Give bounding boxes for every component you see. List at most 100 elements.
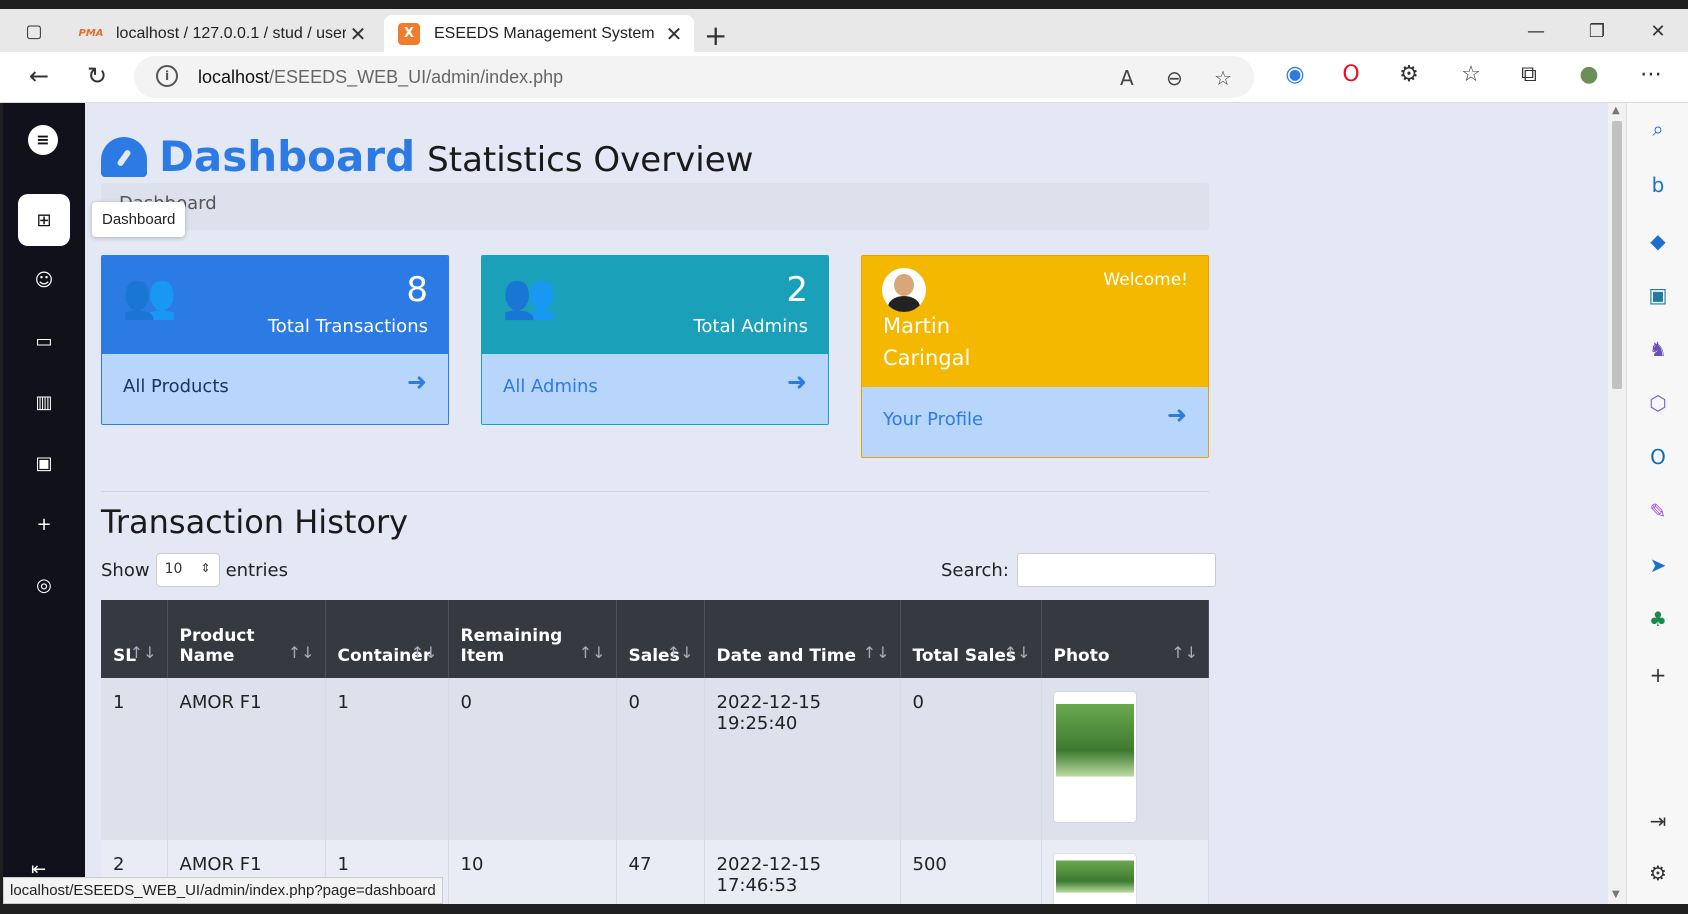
column-header-remaining-item[interactable]: Remaining Item ↑↓: [448, 600, 617, 678]
column-header-photo[interactable]: Photo ↑↓: [1041, 600, 1209, 678]
all-admins-link[interactable]: All Admins ➜: [482, 354, 828, 424]
tab-title: localhost / 127.0.0.1 / stud / users: [116, 24, 346, 42]
users-icon: 👥: [122, 271, 177, 322]
tab-title: ESEEDS Management System: [434, 24, 655, 42]
window-top-border: [0, 0, 1688, 9]
entries-select[interactable]: 10 ⇕: [155, 553, 220, 587]
new-tab-icon[interactable]: +: [704, 22, 727, 50]
scroll-down-icon[interactable]: ▼: [1612, 889, 1620, 900]
tab-close-icon[interactable]: ✕: [662, 22, 686, 46]
column-header-product-name[interactable]: Product Name ↑↓: [167, 600, 326, 678]
back-icon[interactable]: ←: [22, 62, 56, 90]
tab-eseeds[interactable]: X ESEEDS Management System ✕: [384, 15, 694, 52]
zoom-out-icon[interactable]: ⊖: [1166, 66, 1183, 90]
bing-icon[interactable]: b: [1643, 173, 1673, 197]
refresh-icon[interactable]: ↻: [80, 62, 114, 90]
welcome-text: Welcome!: [1103, 270, 1188, 290]
outlook-icon[interactable]: O: [1643, 445, 1673, 469]
settings-gear-icon[interactable]: ⚙: [1643, 861, 1673, 885]
scroll-up-icon[interactable]: ▲: [1612, 105, 1620, 116]
collections-icon[interactable]: ⧉: [1514, 62, 1544, 87]
office-icon[interactable]: ⬡: [1643, 391, 1673, 415]
arrow-right-icon[interactable]: ➜: [1167, 401, 1187, 429]
profile-card: Welcome! Martin Caringal Your Profile ➜: [861, 255, 1209, 458]
page-scrollbar[interactable]: ▲ ▼: [1608, 103, 1626, 904]
games-icon[interactable]: ♞: [1643, 337, 1673, 361]
read-aloud-icon[interactable]: A: [1120, 66, 1134, 90]
nav-add-icon[interactable]: +: [18, 498, 70, 550]
more-menu-icon[interactable]: ⋯: [1636, 62, 1666, 87]
column-header-container[interactable]: Container ↑↓: [325, 600, 449, 678]
add-favorite-icon[interactable]: ☆: [1214, 66, 1232, 90]
browser-sidebar: ⌕ b ◆ ▣ ♞ ⬡ O ✎ ➤ ♣ + ⇥ ⚙: [1626, 103, 1688, 904]
sort-icon: ↑↓: [410, 643, 438, 662]
extensions-icon[interactable]: ⚙: [1394, 62, 1424, 87]
all-products-label[interactable]: All Products: [123, 376, 229, 397]
dashboard-tooltip: Dashboard: [92, 202, 186, 237]
designer-icon[interactable]: ✎: [1643, 499, 1673, 523]
side-nav: ≡ ⊞ ☺ ▭ ▥ ▣ + ◎ ⇤: [3, 103, 85, 904]
nav-chart-icon[interactable]: ▥: [18, 376, 70, 428]
column-header-sl[interactable]: SL ↑↓: [101, 600, 168, 678]
cell-sales: 47: [616, 840, 705, 904]
admins-count: 2: [786, 270, 808, 310]
nav-monitor-icon[interactable]: ▭: [18, 315, 70, 367]
tab-close-icon[interactable]: ✕: [346, 22, 370, 46]
search-icon[interactable]: ⌕: [1643, 117, 1673, 141]
main-content: Dashboard Statistics Overview Dashboard …: [85, 103, 1608, 904]
url-text: localhost/ESEEDS_WEB_UI/admin/index.php: [198, 67, 564, 87]
tab-actions-icon[interactable]: ▢: [20, 19, 48, 43]
section-divider: [101, 491, 1209, 492]
shopping-tag-icon[interactable]: ◆: [1643, 229, 1673, 253]
all-admins-label[interactable]: All Admins: [503, 376, 598, 397]
tree-icon[interactable]: ♣: [1643, 607, 1673, 631]
minimize-icon[interactable]: —: [1516, 21, 1556, 42]
opera-extension-icon[interactable]: O: [1336, 62, 1366, 87]
product-photo[interactable]: [1053, 692, 1136, 822]
send-icon[interactable]: ➤: [1643, 553, 1673, 577]
nav-dashboard-icon[interactable]: ⊞: [18, 194, 70, 246]
nav-user-icon[interactable]: ☺: [18, 254, 70, 306]
app-logo-icon[interactable]: ≡: [28, 125, 58, 155]
tools-icon[interactable]: ▣: [1643, 283, 1673, 307]
cell-total-sales: 500: [900, 840, 1042, 904]
xampp-favicon-icon: X: [398, 22, 420, 45]
add-sidebar-icon[interactable]: +: [1643, 663, 1673, 687]
your-profile-link[interactable]: Your Profile ➜: [862, 387, 1208, 457]
show-label: Show: [101, 559, 150, 581]
arrow-right-icon[interactable]: ➜: [787, 368, 807, 396]
column-header-date-time[interactable]: Date and Time ↑↓: [704, 600, 901, 678]
cell-photo: [1041, 840, 1209, 904]
speedometer-icon: [101, 137, 147, 177]
url-field[interactable]: i localhost/ESEEDS_WEB_UI/admin/index.ph…: [134, 56, 1254, 98]
tab-phpmyadmin[interactable]: PMA localhost / 127.0.0.1 / stud / users…: [66, 15, 378, 52]
nav-calendar-icon[interactable]: ▣: [18, 437, 70, 489]
cell-remaining-item: 0: [448, 678, 617, 840]
sort-icon: ↑↓: [1171, 643, 1198, 662]
product-photo[interactable]: [1053, 854, 1136, 904]
restore-icon[interactable]: ❐: [1577, 21, 1617, 42]
extension-badge-icon[interactable]: ◉: [1280, 62, 1310, 87]
site-info-icon[interactable]: i: [156, 65, 178, 87]
page-viewport: ≡ ⊞ ☺ ▭ ▥ ▣ + ◎ ⇤ Dashboard Dashboard St…: [3, 103, 1626, 904]
column-header-sales[interactable]: Sales ↑↓: [616, 600, 705, 678]
sort-icon: ↑↓: [578, 643, 606, 662]
profile-avatar-icon[interactable]: ●: [1574, 62, 1604, 87]
table-row: 1 AMOR F1 1 0 0 2022-12-15 19:25:40 0: [101, 678, 1209, 840]
scroll-thumb[interactable]: [1612, 121, 1622, 389]
all-products-link[interactable]: All Products ➜: [102, 354, 448, 424]
favorites-icon[interactable]: ☆: [1456, 62, 1486, 87]
column-header-total-sales[interactable]: Total Sales ↑↓: [900, 600, 1042, 678]
hide-sidebar-icon[interactable]: ⇥: [1643, 809, 1673, 833]
nav-account-icon[interactable]: ◎: [18, 559, 70, 611]
users-icon: 👥: [502, 271, 557, 322]
your-profile-label[interactable]: Your Profile: [883, 409, 983, 430]
profile-name: Martin Caringal: [883, 314, 971, 370]
search-input[interactable]: [1016, 553, 1216, 587]
page-subtitle: Statistics Overview: [427, 140, 754, 180]
arrow-right-icon[interactable]: ➜: [407, 368, 427, 396]
taskbar: [0, 904, 1688, 914]
sort-icon: ↑↓: [287, 643, 315, 662]
select-caret-icon: ⇕: [200, 561, 211, 575]
close-window-icon[interactable]: ✕: [1638, 21, 1678, 42]
